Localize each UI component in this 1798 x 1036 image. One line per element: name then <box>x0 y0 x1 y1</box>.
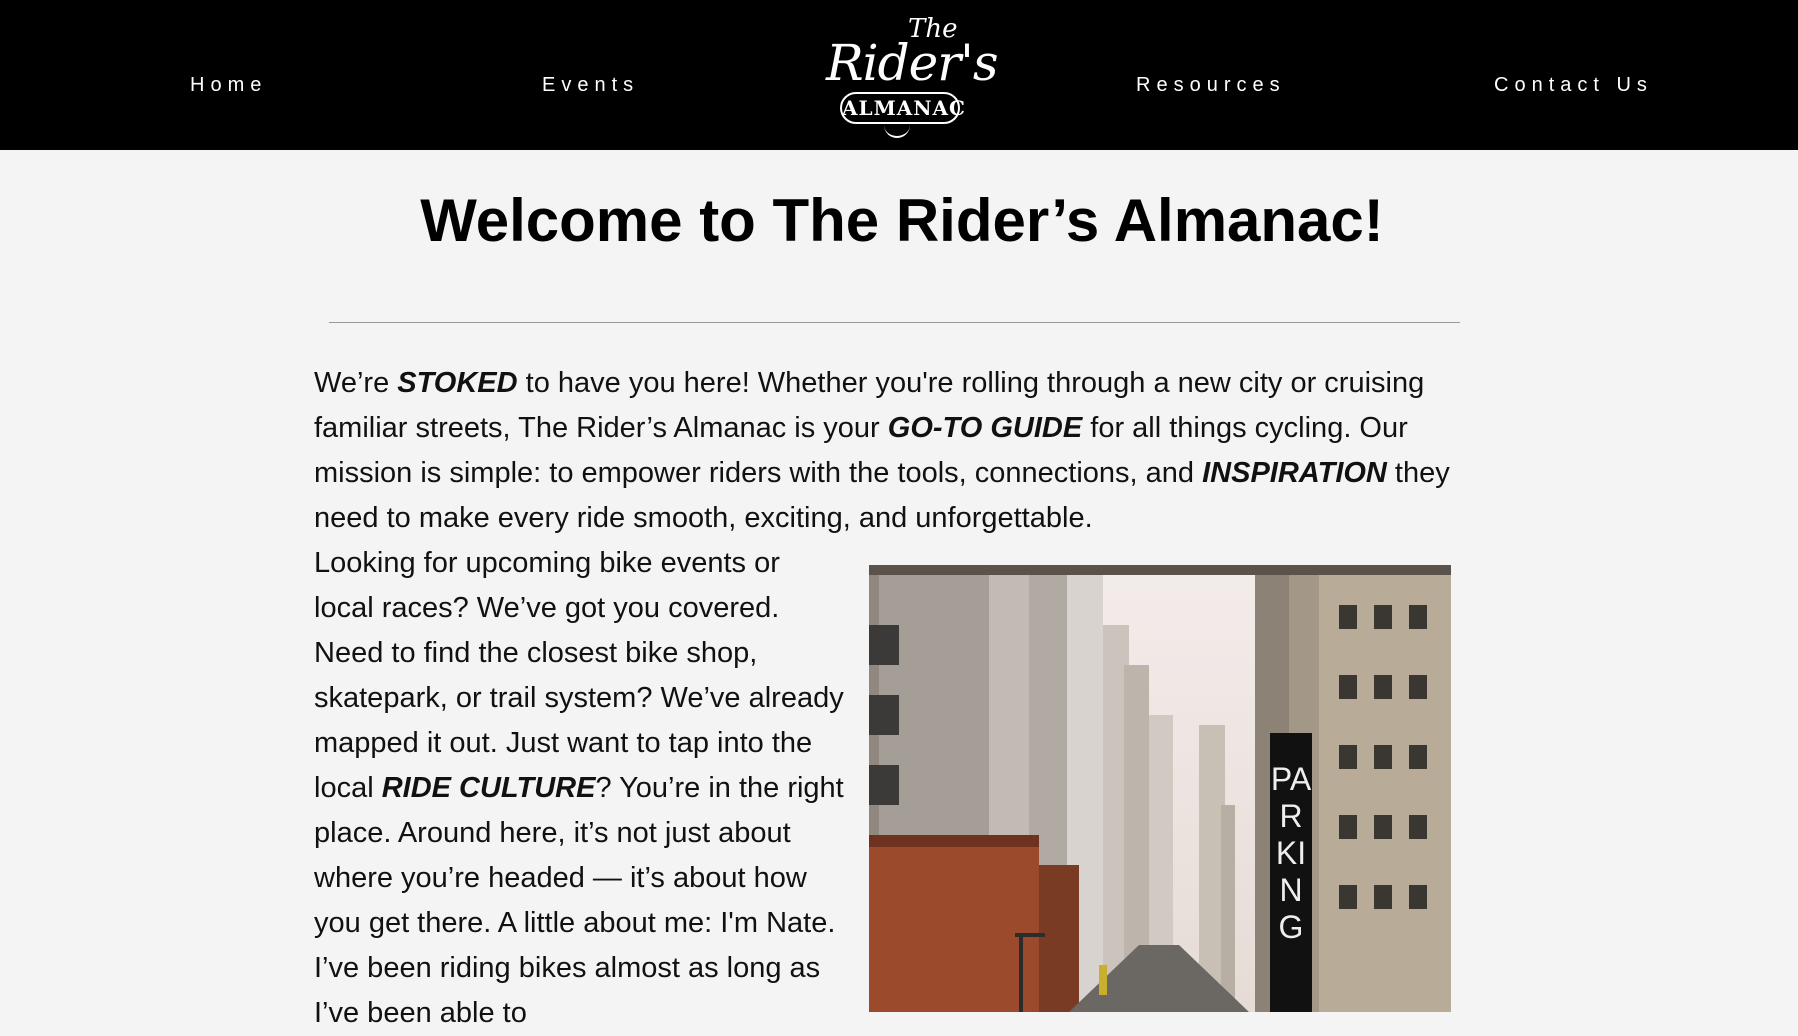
parking-sign-text: PARKING <box>1270 761 1312 945</box>
title-divider <box>329 322 1460 323</box>
nav-home-link[interactable]: Home <box>190 74 267 97</box>
city-street-photo: PARKING <box>869 565 1451 1012</box>
about-text-1: Looking for upcoming bike events or loca… <box>314 547 844 804</box>
logo-riders-text: Rider's <box>826 34 999 92</box>
about-text-2: ? You’re in the right place. Around here… <box>314 772 844 1029</box>
riders-almanac-logo[interactable]: The Rider's ALMANAC <box>826 14 999 140</box>
top-nav: Home Events The Rider's ALMANAC Resource… <box>0 0 1798 150</box>
logo-almanac-badge: ALMANAC <box>840 92 965 124</box>
emphasis-go-to-guide: GO-TO GUIDE <box>887 412 1083 444</box>
page-title: Welcome to The Rider’s Almanac! <box>420 187 1384 254</box>
nav-events-link[interactable]: Events <box>542 74 639 97</box>
about-paragraph: Looking for upcoming bike events or loca… <box>314 541 844 1036</box>
intro-text-1: We’re <box>314 367 398 399</box>
nav-resources-link[interactable]: Resources <box>1136 74 1286 97</box>
emphasis-stoked: STOKED <box>397 367 518 399</box>
parking-sign: PARKING <box>1270 733 1312 1012</box>
city-street-illustration <box>869 565 1451 1012</box>
intro-paragraph: We’re STOKED to have you here! Whether y… <box>314 361 1474 541</box>
logo-flourish <box>884 122 910 138</box>
emphasis-ride-culture: RIDE CULTURE <box>381 772 596 804</box>
nav-contact-link[interactable]: Contact Us <box>1494 74 1653 97</box>
emphasis-inspiration: INSPIRATION <box>1202 457 1387 489</box>
